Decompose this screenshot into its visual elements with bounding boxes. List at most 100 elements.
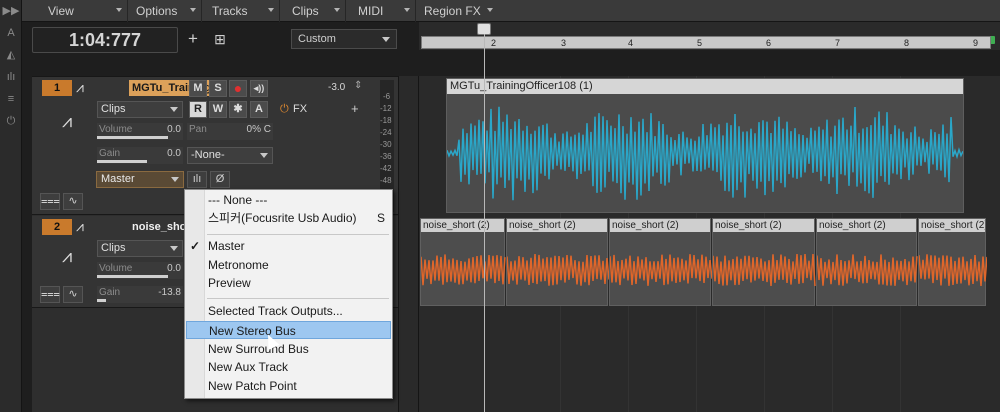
menu-item-label: New Stereo Bus — [209, 324, 296, 338]
noise-clip[interactable]: noise_short (2) — [506, 218, 609, 306]
track-view-label: Clips — [101, 103, 126, 115]
volume-fill — [97, 136, 168, 139]
menu-item-label: Preview — [208, 276, 251, 290]
meter-tick: -36 — [380, 152, 392, 161]
timeline-ruler[interactable]: 2 3 4 5 6 7 8 9 — [419, 22, 1000, 50]
clip-waveform — [610, 254, 712, 286]
add-fx-icon[interactable]: + — [351, 101, 359, 116]
track-number[interactable]: 1 — [42, 80, 72, 96]
clip-title: noise_short (2) — [610, 219, 710, 232]
input-echo-icon[interactable]: ◂)) — [250, 80, 268, 97]
noise-clip[interactable]: noise_short (2) — [420, 218, 506, 306]
chevron-down-icon — [334, 8, 340, 12]
read-automation-button[interactable]: R — [189, 101, 207, 118]
fx-power-icon[interactable]: ⏻ — [280, 103, 289, 116]
ruler-tick-label: 8 — [904, 38, 910, 48]
menu-options[interactable]: Options — [130, 0, 202, 22]
phase-icon[interactable]: ılı — [187, 171, 207, 188]
arranger-icon[interactable]: A — [0, 22, 22, 44]
menu-item-master[interactable]: ✓ Master — [186, 237, 391, 255]
menu-item-selected-outputs[interactable]: Selected Track Outputs... — [186, 302, 391, 320]
expand-icon[interactable]: ▶▶ — [0, 0, 22, 22]
menu-item-new-aux-track[interactable]: New Aux Track — [186, 358, 391, 376]
freeze-button[interactable]: ✱ — [229, 101, 247, 118]
ruler-tick-label: 6 — [766, 38, 772, 48]
menu-item-new-surround-bus[interactable]: New Surround Bus — [186, 340, 391, 358]
gain-slider[interactable]: Gain 0.0 — [97, 147, 183, 164]
fx-bin-label[interactable]: FX — [293, 103, 307, 115]
menu-item-preview[interactable]: Preview — [186, 274, 391, 292]
track-properties-icon[interactable]: ⩶ — [40, 286, 60, 303]
automation-lane-icon[interactable]: ∿ — [63, 286, 83, 303]
clip-title: noise_short (2) — [507, 219, 607, 232]
record-arm-button[interactable]: ● — [229, 80, 247, 97]
noise-clip[interactable]: noise_short (2) — [816, 218, 918, 306]
menu-item-none[interactable]: --- None --- — [186, 191, 391, 209]
track-clip-splitter[interactable] — [398, 76, 419, 412]
volume-label: Volume — [99, 124, 133, 135]
menu-view[interactable]: View — [48, 0, 128, 22]
track-view-select[interactable]: Clips — [97, 101, 183, 118]
time-display[interactable]: 1:04:777 — [32, 27, 178, 53]
menu-region-fx[interactable]: Region FX — [418, 0, 498, 22]
menu-item-shortcut: S — [376, 211, 385, 225]
audio-track-icon: ⩘ — [76, 218, 84, 234]
track-level-value[interactable]: -3.0 — [328, 82, 345, 93]
power-icon[interactable]: ⏻ — [0, 110, 22, 132]
menu-tracks[interactable]: Tracks — [204, 0, 280, 22]
volume-value: 0.0 — [167, 124, 181, 135]
write-automation-button[interactable]: W — [209, 101, 227, 118]
menu-item-metronome[interactable]: Metronome — [186, 256, 391, 274]
list-icon[interactable]: ≡ — [0, 88, 22, 110]
clip-waveform — [447, 106, 963, 201]
noise-clip[interactable]: noise_short (2) — [712, 218, 816, 306]
track-number[interactable]: 2 — [42, 219, 72, 235]
add-track-icon[interactable]: ⊞ — [209, 29, 231, 51]
clip-waveform — [919, 254, 987, 286]
track-properties-icon[interactable]: ⩶ — [40, 193, 60, 210]
noise-clip[interactable]: noise_short (2) — [609, 218, 712, 306]
plus-icon[interactable]: + — [182, 29, 204, 51]
menu-item-label: New Surround Bus — [208, 342, 309, 356]
volume-label: Volume — [99, 263, 133, 274]
chevron-down-icon — [382, 37, 390, 42]
menu-separator — [207, 234, 389, 235]
mute-button[interactable]: M — [189, 80, 207, 97]
volume-slider[interactable]: Volume 0.0 — [97, 262, 183, 279]
gain-slider[interactable]: Gain -13.8 — [97, 286, 183, 303]
solo-button[interactable]: S — [209, 80, 227, 97]
menu-item-speaker[interactable]: 스피커(Focusrite Usb Audio) S — [186, 209, 391, 227]
chevron-down-icon — [170, 246, 178, 251]
menu-midi[interactable]: MIDI — [348, 0, 416, 22]
gain-value: 0.0 — [167, 148, 181, 159]
track-view-select[interactable]: Clips — [97, 240, 183, 257]
noise-clip[interactable]: noise_short (2) — [918, 218, 987, 306]
pan-slider[interactable]: Pan 0% C — [187, 123, 273, 140]
menu-clips[interactable]: Clips — [282, 0, 346, 22]
chevron-down-icon — [260, 153, 268, 158]
output-select[interactable]: Master — [96, 171, 184, 188]
inspector-icon[interactable]: ◭ — [0, 44, 22, 66]
level-spinner-icon[interactable]: ⇕ — [354, 80, 362, 91]
clip-title: noise_short (2) — [919, 219, 985, 232]
menu-item-label: --- None --- — [208, 193, 268, 207]
workspace-preset-select[interactable]: Custom — [291, 29, 397, 49]
menu-item-new-stereo-bus[interactable]: New Stereo Bus — [186, 321, 391, 339]
audio-icon[interactable]: ılı — [0, 66, 22, 88]
automation-lane-icon[interactable]: ∿ — [63, 193, 83, 210]
ruler-tick-label: 7 — [835, 38, 841, 48]
menu-label: Clips — [292, 4, 319, 18]
menu-bar: View Options Tracks Clips MIDI Region FX — [22, 0, 1000, 22]
audio-clip[interactable]: MGTu_TrainingOfficer108 (1) — [446, 78, 964, 213]
menu-item-label: New Patch Point — [208, 379, 297, 393]
meter-tick: -6 — [383, 92, 391, 101]
menu-item-new-patch-point[interactable]: New Patch Point — [186, 377, 391, 395]
gain-fill — [97, 299, 106, 302]
input-select[interactable]: -None- — [187, 147, 273, 164]
volume-slider[interactable]: Volume 0.0 — [97, 123, 183, 140]
archive-button[interactable]: A — [250, 101, 268, 118]
ruler-scale[interactable]: 2 3 4 5 6 7 8 9 — [421, 36, 991, 49]
invert-phase-icon[interactable]: Ø — [210, 171, 230, 188]
chevron-down-icon — [116, 8, 122, 12]
gain-label: Gain — [99, 287, 121, 298]
